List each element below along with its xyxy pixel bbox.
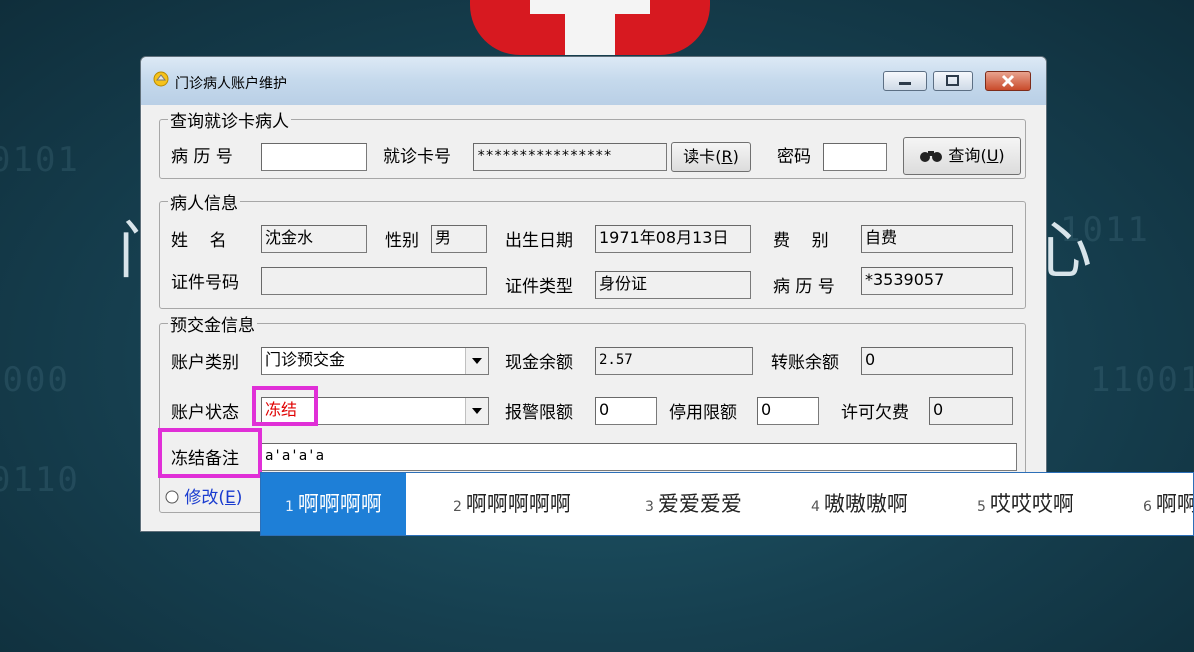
read-card-shortcut: R [721, 147, 733, 166]
password-label: 密码 [777, 147, 811, 167]
candidate-number: 4 [811, 499, 820, 515]
account-type-label: 账户类别 [171, 353, 239, 373]
candidate-text: 嗷嗷嗷啊 [823, 492, 908, 516]
title-bar[interactable]: 门诊病人账户维护 [141, 57, 1046, 105]
record-no-input[interactable] [261, 143, 367, 171]
candidate-number: 3 [645, 499, 654, 515]
radio-icon [165, 490, 179, 504]
minimize-icon [899, 82, 911, 85]
cash-balance-field: 2.57 [595, 347, 753, 375]
account-type-select[interactable]: 门诊预交金 [261, 347, 489, 375]
birth-label: 出生日期 [505, 231, 573, 251]
record-field: *3539057 [861, 267, 1013, 295]
record-label: 病 历 号 [773, 277, 835, 297]
patient-info-title: 病人信息 [170, 194, 238, 214]
close-button[interactable] [985, 71, 1031, 91]
overdraft-label: 许可欠费 [841, 403, 909, 423]
name-field: 沈金水 [261, 225, 367, 253]
modify-radio[interactable]: 修改(E) [165, 483, 242, 508]
name-label: 姓 名 [171, 231, 227, 251]
stop-limit-label: 停用限额 [669, 403, 737, 423]
bg-decoration: 0101 [0, 140, 80, 180]
gender-label: 性别 [385, 231, 419, 251]
card-no-input[interactable]: **************** [473, 143, 667, 171]
gender-field: 男 [431, 225, 487, 253]
query-label: 查询 [948, 146, 981, 165]
alarm-limit-label: 报警限额 [505, 403, 573, 423]
read-card-button[interactable]: 读卡(R) [671, 142, 751, 172]
fee-label: 费 别 [773, 231, 829, 251]
chevron-down-icon[interactable] [465, 348, 488, 374]
highlight-freeze-note-label [158, 428, 262, 478]
modify-shortcut: E [225, 488, 236, 508]
freeze-note-input[interactable]: a'a'a'a [261, 443, 1017, 471]
app-icon [153, 71, 169, 87]
transfer-balance-label: 转账余额 [771, 353, 839, 373]
maximize-icon [946, 75, 959, 86]
ime-candidate-6[interactable]: 6 啊啊 [1143, 473, 1194, 535]
candidate-text: 爱爱爱爱 [657, 492, 742, 516]
candidate-text: 啊啊 [1155, 492, 1194, 516]
account-maintenance-window: 门诊病人账户维护 查询就诊卡病人 病 历 号 就诊卡号 ************… [140, 56, 1047, 532]
id-no-label: 证件号码 [171, 273, 239, 293]
candidate-text: 啊啊啊啊啊 [465, 492, 571, 516]
ime-candidate-bar: 1 啊啊啊啊 2 啊啊啊啊啊 3 爱爱爱爱 4 嗷嗷嗷啊 5 哎哎哎啊 6 啊啊 [260, 472, 1194, 536]
ime-candidate-2[interactable]: 2 啊啊啊啊啊 [453, 473, 571, 535]
query-shortcut: U [986, 146, 999, 165]
stop-limit-input[interactable]: 0 [757, 397, 819, 425]
ime-candidate-3[interactable]: 3 爱爱爱爱 [645, 473, 742, 535]
birth-field: 1971年08月13日 [595, 225, 751, 253]
ime-candidate-4[interactable]: 4 嗷嗷嗷啊 [811, 473, 908, 535]
client-area: 查询就诊卡病人 病 历 号 就诊卡号 **************** 读卡(R… [149, 105, 1038, 523]
id-no-field [261, 267, 487, 295]
chevron-down-icon[interactable] [465, 398, 488, 424]
bg-decoration: 1000 [0, 360, 70, 400]
candidate-number: 5 [977, 499, 986, 515]
candidate-number: 6 [1143, 499, 1152, 515]
alarm-limit-input[interactable]: 0 [595, 397, 657, 425]
candidate-text: 啊啊啊啊 [297, 492, 382, 516]
cash-balance-label: 现金余额 [505, 353, 573, 373]
bg-decoration: 11001 [1090, 360, 1194, 400]
maximize-button[interactable] [933, 71, 973, 91]
overdraft-field: 0 [929, 397, 1013, 425]
close-icon [1001, 74, 1015, 88]
id-type-field: 身份证 [595, 271, 751, 299]
transfer-balance-field: 0 [861, 347, 1013, 375]
modify-label: 修改 [184, 488, 219, 508]
bg-decoration: 0110 [0, 460, 80, 500]
ime-candidate-5[interactable]: 5 哎哎哎啊 [977, 473, 1074, 535]
ime-candidate-1[interactable]: 1 啊啊啊啊 [261, 473, 406, 535]
candidate-number: 1 [285, 499, 294, 515]
id-type-label: 证件类型 [505, 277, 573, 297]
candidate-text: 哎哎哎啊 [989, 492, 1074, 516]
red-cross-logo [470, 0, 710, 55]
deposit-info-title: 预交金信息 [170, 316, 255, 336]
candidate-number: 2 [453, 499, 462, 515]
minimize-button[interactable] [883, 71, 927, 91]
fee-field: 自费 [861, 225, 1013, 253]
account-status-label: 账户状态 [171, 403, 239, 423]
highlight-status-value [252, 386, 318, 426]
record-no-label: 病 历 号 [171, 147, 233, 167]
query-button[interactable]: 查询(U) [903, 137, 1021, 175]
account-type-value: 门诊预交金 [265, 350, 346, 369]
window-title: 门诊病人账户维护 [175, 76, 287, 92]
card-no-label: 就诊卡号 [383, 147, 451, 167]
query-group-title: 查询就诊卡病人 [170, 112, 289, 132]
read-card-label: 读卡 [683, 147, 716, 166]
binoculars-icon [920, 151, 943, 162]
password-input[interactable] [823, 143, 887, 171]
